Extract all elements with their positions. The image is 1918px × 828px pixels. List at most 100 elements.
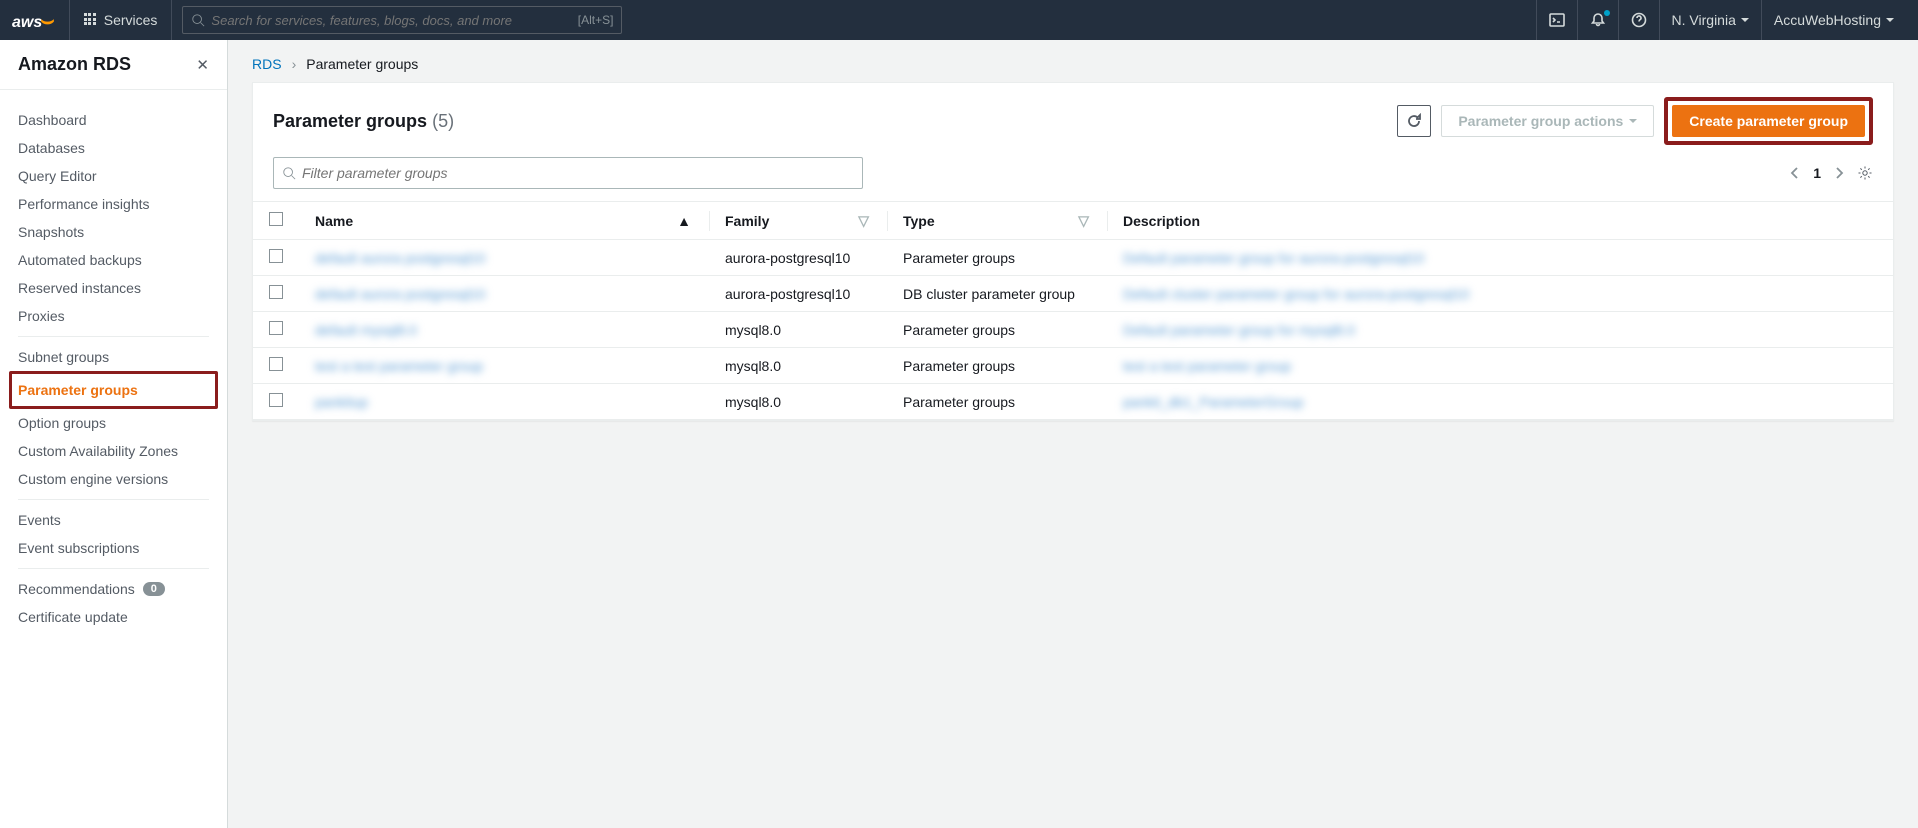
- filter-input[interactable]: [302, 165, 854, 181]
- row-type: Parameter groups: [887, 240, 1107, 276]
- row-name[interactable]: pankitup: [299, 384, 709, 420]
- bell-icon: [1590, 12, 1606, 28]
- row-family: mysql8.0: [709, 312, 887, 348]
- row-checkbox[interactable]: [269, 357, 283, 371]
- row-description: Default parameter group for aurora-postg…: [1107, 240, 1893, 276]
- refresh-button[interactable]: [1397, 105, 1431, 137]
- region-label: N. Virginia: [1672, 12, 1736, 28]
- search-shortcut: [Alt+S]: [578, 13, 614, 27]
- help-button[interactable]: [1618, 0, 1659, 40]
- parameter-group-actions-button[interactable]: Parameter group actions: [1441, 105, 1654, 137]
- row-description: pankit_db1_ParameterGroup: [1107, 384, 1893, 420]
- settings-icon[interactable]: [1857, 165, 1873, 181]
- breadcrumb-root[interactable]: RDS: [252, 56, 282, 72]
- sidebar-item-snapshots[interactable]: Snapshots: [18, 218, 209, 246]
- main-content: RDS › Parameter groups Parameter groups …: [228, 40, 1918, 828]
- row-name[interactable]: default aurora postgresql10: [299, 240, 709, 276]
- parameter-groups-table: Name▲ Family▽ Type▽ Description default …: [253, 201, 1893, 420]
- search-icon: [191, 13, 205, 27]
- row-family: aurora-postgresql10: [709, 240, 887, 276]
- sidebar-item-parameter-groups[interactable]: Parameter groups: [18, 376, 209, 404]
- sidebar-item-option-groups[interactable]: Option groups: [18, 409, 209, 437]
- account-menu[interactable]: AccuWebHosting: [1761, 0, 1906, 40]
- search-input[interactable]: [211, 13, 577, 28]
- row-description: Default cluster parameter group for auro…: [1107, 276, 1893, 312]
- services-label: Services: [104, 12, 158, 28]
- row-checkbox[interactable]: [269, 285, 283, 299]
- account-label: AccuWebHosting: [1774, 12, 1881, 28]
- table-row: test a test parameter groupmysql8.0Param…: [253, 348, 1893, 384]
- prev-page-icon[interactable]: [1787, 165, 1803, 181]
- col-description[interactable]: Description: [1107, 202, 1893, 240]
- next-page-icon[interactable]: [1831, 165, 1847, 181]
- top-navigation: aws⌣ Services [Alt+S] N. Virginia AccuWe…: [0, 0, 1918, 40]
- chevron-down-icon: [1741, 18, 1749, 22]
- panel-count: (5): [432, 111, 454, 131]
- row-type: Parameter groups: [887, 312, 1107, 348]
- table-row: default aurora postgresql10aurora-postgr…: [253, 276, 1893, 312]
- row-name[interactable]: test a test parameter group: [299, 348, 709, 384]
- sidebar-item-automated-backups[interactable]: Automated backups: [18, 246, 209, 274]
- sort-icon: ▽: [1078, 212, 1089, 229]
- terminal-icon: [1549, 12, 1565, 28]
- select-all-checkbox[interactable]: [269, 212, 283, 226]
- notification-dot: [1604, 10, 1610, 16]
- create-parameter-group-button[interactable]: Create parameter group: [1672, 105, 1865, 137]
- sidebar-item-subnet-groups[interactable]: Subnet groups: [18, 343, 209, 371]
- breadcrumb-current: Parameter groups: [306, 56, 418, 72]
- sidebar-item-custom-az[interactable]: Custom Availability Zones: [18, 437, 209, 465]
- table-row: default aurora postgresql10aurora-postgr…: [253, 240, 1893, 276]
- sidebar-item-dashboard[interactable]: Dashboard: [18, 106, 209, 134]
- row-family: aurora-postgresql10: [709, 276, 887, 312]
- breadcrumb: RDS › Parameter groups: [252, 56, 1894, 72]
- sort-icon: ▽: [858, 212, 869, 229]
- create-button-highlight: Create parameter group: [1664, 97, 1873, 145]
- row-checkbox[interactable]: [269, 393, 283, 407]
- pagination: 1: [1787, 165, 1873, 181]
- filter-input-wrapper[interactable]: [273, 157, 863, 189]
- row-type: DB cluster parameter group: [887, 276, 1107, 312]
- global-search[interactable]: [Alt+S]: [182, 6, 622, 34]
- refresh-icon: [1406, 113, 1422, 129]
- sidebar-item-query-editor[interactable]: Query Editor: [18, 162, 209, 190]
- page-number: 1: [1813, 165, 1821, 181]
- row-name[interactable]: default aurora postgresql10: [299, 276, 709, 312]
- sidebar-item-databases[interactable]: Databases: [18, 134, 209, 162]
- row-description: test a test parameter group: [1107, 348, 1893, 384]
- sidebar-item-performance-insights[interactable]: Performance insights: [18, 190, 209, 218]
- region-selector[interactable]: N. Virginia: [1659, 0, 1761, 40]
- panel-title: Parameter groups (5): [273, 111, 454, 132]
- col-family[interactable]: Family▽: [709, 202, 887, 240]
- chevron-down-icon: [1629, 119, 1637, 123]
- table-row: default mysql8.0mysql8.0Parameter groups…: [253, 312, 1893, 348]
- sidebar-item-custom-engine[interactable]: Custom engine versions: [18, 465, 209, 493]
- col-name[interactable]: Name▲: [299, 202, 709, 240]
- sidebar-item-proxies[interactable]: Proxies: [18, 302, 209, 330]
- col-type[interactable]: Type▽: [887, 202, 1107, 240]
- row-family: mysql8.0: [709, 384, 887, 420]
- notifications-button[interactable]: [1577, 0, 1618, 40]
- row-checkbox[interactable]: [269, 321, 283, 335]
- sidebar: Amazon RDS ✕ Dashboard Databases Query E…: [0, 40, 228, 828]
- table-row: pankitupmysql8.0Parameter groupspankit_d…: [253, 384, 1893, 420]
- sidebar-highlight: Parameter groups: [9, 371, 218, 409]
- grid-icon: [84, 13, 98, 27]
- services-menu[interactable]: Services: [70, 0, 173, 40]
- row-checkbox[interactable]: [269, 249, 283, 263]
- sidebar-item-certificate-update[interactable]: Certificate update: [18, 603, 209, 631]
- row-name[interactable]: default mysql8.0: [299, 312, 709, 348]
- sidebar-item-events[interactable]: Events: [18, 506, 209, 534]
- sidebar-item-reserved-instances[interactable]: Reserved instances: [18, 274, 209, 302]
- close-icon[interactable]: ✕: [196, 56, 209, 74]
- row-type: Parameter groups: [887, 384, 1107, 420]
- sidebar-title: Amazon RDS: [18, 54, 131, 75]
- sort-asc-icon: ▲: [677, 213, 691, 229]
- chevron-down-icon: [1886, 18, 1894, 22]
- sidebar-item-recommendations[interactable]: Recommendations 0: [18, 575, 209, 603]
- aws-logo[interactable]: aws⌣: [12, 0, 70, 40]
- recommendations-badge: 0: [143, 582, 165, 596]
- help-icon: [1631, 12, 1647, 28]
- row-description: Default parameter group for mysql8.0: [1107, 312, 1893, 348]
- cloudshell-button[interactable]: [1536, 0, 1577, 40]
- sidebar-item-event-subscriptions[interactable]: Event subscriptions: [18, 534, 209, 562]
